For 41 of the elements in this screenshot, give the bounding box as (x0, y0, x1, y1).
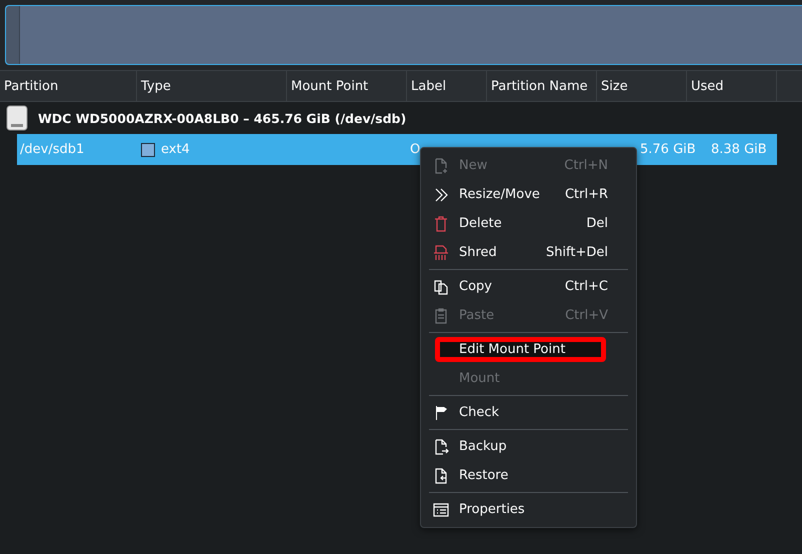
label-cell-text: O (409, 142, 422, 157)
trash-icon (433, 216, 449, 232)
partition-block[interactable] (6, 6, 20, 64)
menu-item[interactable]: Restore (421, 461, 636, 490)
hard-drive-icon (6, 105, 28, 131)
column-header[interactable]: Type (137, 71, 287, 101)
column-header[interactable]: Used (687, 71, 777, 101)
new-document-icon (433, 158, 449, 174)
used-cell-text: 8.38 GiB (710, 142, 768, 157)
partition-cell-text: /dev/sdb1 (19, 142, 86, 157)
menu-item[interactable]: Copy Ctrl+C (421, 272, 636, 301)
menu-item[interactable]: Shred Shift+Del (421, 238, 636, 267)
column-header[interactable]: Label (407, 71, 487, 101)
shredder-icon (433, 244, 449, 260)
flag-icon (433, 404, 449, 420)
size-cell-text: 5.76 GiB (639, 142, 697, 157)
menu-item[interactable]: Delete Del (421, 209, 636, 238)
column-header[interactable]: Partition Name (487, 71, 597, 101)
document-export-icon (433, 438, 449, 454)
menu-item[interactable]: Backup (421, 432, 636, 461)
shortcut-text: Shift+Del (546, 245, 608, 260)
shortcut-text: Ctrl+C (564, 279, 608, 294)
document-import-icon (433, 468, 449, 484)
type-text: ext4 (161, 142, 190, 157)
shortcut-text: Ctrl+R (564, 187, 608, 202)
partition-graph[interactable] (5, 5, 802, 65)
disk-title: WDC WD5000AZRX-00A8LB0 – 465.76 GiB (/dev/sdb) (38, 110, 406, 126)
copy-icon (433, 278, 449, 294)
column-header[interactable]: Size (597, 71, 687, 101)
properties-icon (433, 502, 449, 518)
menu-item[interactable]: Resize/Move Ctrl+R (421, 180, 636, 209)
shortcut-text: Del (586, 216, 608, 231)
menu-item[interactable]: Edit Mount Point (421, 335, 636, 364)
filesystem-color-icon (141, 142, 155, 156)
menu-item[interactable]: Properties (421, 495, 636, 524)
shortcut-text: Ctrl+V (565, 308, 608, 323)
double-chevron-icon (433, 186, 449, 202)
clipboard-icon (433, 308, 449, 324)
column-header[interactable]: Partition (0, 71, 137, 101)
column-header[interactable]: Mount Point (287, 71, 407, 101)
menu-item[interactable]: Check (421, 398, 636, 427)
